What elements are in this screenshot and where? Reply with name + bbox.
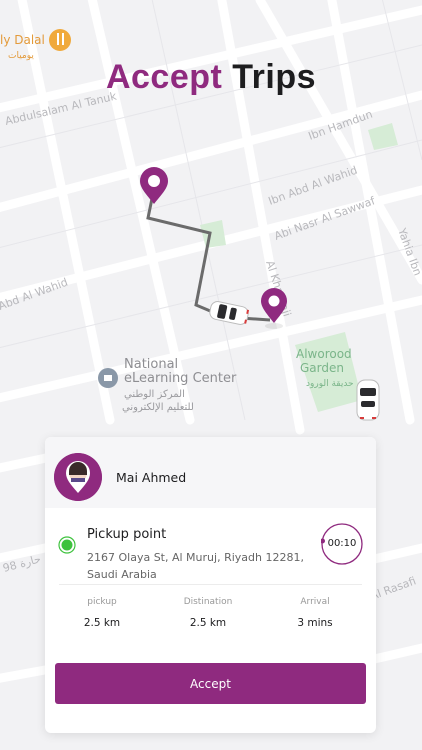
- accept-button[interactable]: Accept: [55, 663, 366, 704]
- stat-pickup: pickup 2.5 km: [57, 597, 147, 629]
- driver-name: Mai Ahmed: [116, 470, 187, 485]
- divider: [59, 584, 362, 585]
- pickup-title: Pickup point: [87, 527, 167, 542]
- pickup-address: 2167 Olaya St, Al Muruj, Riyadh 12281, S…: [87, 551, 304, 581]
- map-label-restaurant: ly Dalal: [0, 33, 45, 47]
- pickup-status-icon: [58, 536, 76, 554]
- headline-accent: Accept: [105, 58, 223, 96]
- car-icon-secondary: [356, 379, 380, 421]
- map-label-center-ar-2: للتعليم الإلكتروني: [122, 402, 194, 413]
- stat-value: 2.5 km: [189, 617, 227, 629]
- map-label-park-ar: حديقة الورود: [306, 379, 354, 389]
- map-label-center-ar-1: المركز الوطني: [124, 389, 185, 400]
- stat-value: 3 mins: [297, 617, 333, 629]
- map-label-center-1: National: [124, 357, 178, 372]
- stat-label: Distination: [183, 597, 233, 607]
- stat-arrival: Arrival 3 mins: [270, 597, 360, 629]
- map-label-park-2: Garden: [300, 361, 344, 375]
- stat-label: pickup: [87, 597, 117, 607]
- timer-value: 00:10: [327, 538, 357, 549]
- map-label-park-1: Alworood: [296, 347, 352, 361]
- avatar[interactable]: [54, 453, 102, 501]
- headline-rest: Trips: [232, 58, 317, 96]
- page-headline: Accept Trips: [0, 58, 422, 97]
- map-label-center-2: eLearning Center: [124, 371, 237, 386]
- trip-request-card: Mai Ahmed Pickup point 2167 Olaya St, Al…: [45, 437, 376, 733]
- stat-label: Arrival: [300, 597, 330, 607]
- stat-value: 2.5 km: [83, 617, 121, 629]
- stat-destination: Distination 2.5 km: [163, 597, 253, 629]
